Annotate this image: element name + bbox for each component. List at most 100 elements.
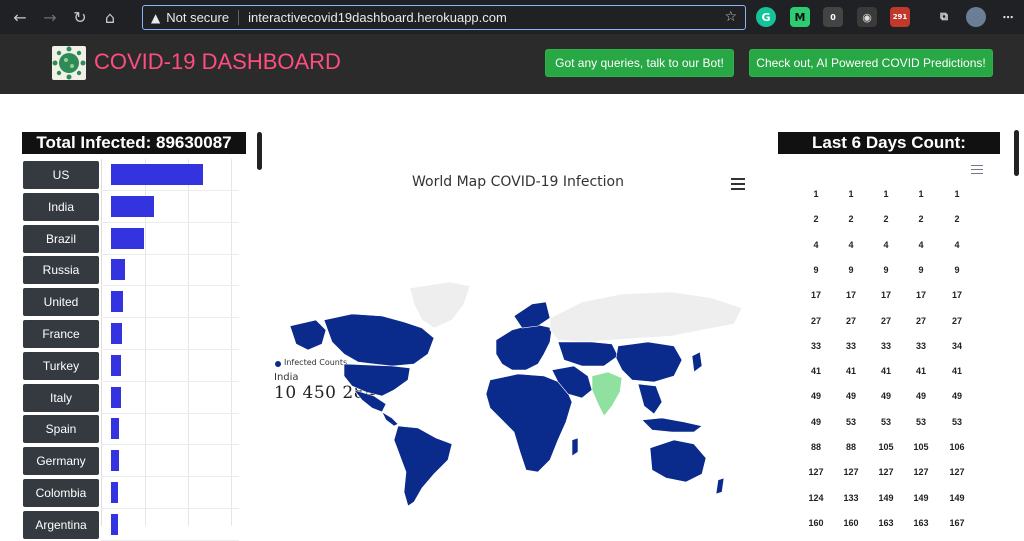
count-cell: 1 (954, 189, 960, 199)
right-scrollbar[interactable] (1014, 130, 1019, 176)
back-arrow-icon[interactable]: ← (5, 2, 35, 32)
count-cell: 53 (951, 416, 962, 427)
map-menu-icon[interactable] (731, 178, 745, 193)
extension-badge-icon[interactable]: 0 (823, 7, 843, 27)
count-cell: 127 (808, 467, 824, 478)
country-button-india[interactable]: India (23, 192, 99, 221)
infection-bar[interactable] (111, 386, 121, 408)
row-divider (101, 349, 239, 350)
count-cell: 163 (878, 517, 894, 528)
map-region-japan[interactable] (691, 351, 703, 373)
count-cell: 4 (918, 239, 924, 250)
count-cell: 27 (880, 315, 891, 326)
count-cell: 4 (954, 239, 960, 250)
m-extension-icon[interactable]: M (790, 7, 810, 27)
count-cell: 49 (951, 391, 962, 402)
country-button-italy[interactable]: Italy (23, 383, 99, 412)
map-region-africa[interactable] (485, 373, 573, 473)
count-cell: 17 (915, 290, 926, 301)
row-divider (101, 190, 239, 191)
infection-bar[interactable] (111, 323, 122, 344)
map-region-south-america[interactable] (393, 425, 453, 507)
world-map[interactable] (282, 280, 752, 510)
map-region-canada[interactable] (323, 313, 435, 367)
infection-bar[interactable] (111, 164, 203, 185)
map-region-southeast-asia[interactable] (637, 383, 663, 415)
infection-bar[interactable] (111, 482, 118, 503)
map-region-usa[interactable] (343, 363, 411, 397)
mail-extension-icon[interactable]: 291 (890, 7, 910, 27)
count-cell: 27 (810, 315, 821, 326)
country-button-turkey[interactable]: Turkey (23, 351, 99, 380)
map-region-madagascar[interactable] (571, 437, 579, 457)
browser-menu-icon[interactable]: ⋯ (998, 7, 1018, 27)
map-region-central-asia[interactable] (557, 341, 619, 367)
row-divider (101, 444, 239, 446)
url-text[interactable]: interactivecovid19dashboard.herokuapp.co… (248, 10, 507, 25)
map-region-greenland[interactable] (409, 281, 471, 329)
infection-bar[interactable] (111, 354, 121, 376)
ai-predictions-button[interactable]: Check out, AI Powered COVID Predictions! (749, 49, 993, 77)
count-cell: 17 (810, 290, 821, 301)
map-region-alaska[interactable] (289, 319, 327, 351)
infection-bar[interactable] (111, 227, 144, 249)
extensions-icon[interactable]: ⧉ (934, 7, 954, 27)
row-divider (101, 508, 239, 509)
country-button-united[interactable]: United (23, 288, 99, 317)
country-button-russia[interactable]: Russia (23, 256, 99, 285)
grammarly-extension-icon[interactable]: G (756, 7, 776, 27)
bookmark-star-icon[interactable]: ☆ (724, 9, 737, 25)
count-cell: 49 (915, 391, 926, 402)
bot-query-button[interactable]: Got any queries, talk to our Bot! (545, 49, 734, 77)
home-icon[interactable]: ⌂ (95, 2, 125, 32)
count-cell: 34 (951, 340, 962, 351)
left-scrollbar[interactable] (257, 132, 262, 170)
country-button-brazil[interactable]: Brazil (23, 224, 99, 253)
infection-bar[interactable] (111, 418, 119, 440)
count-cell: 163 (913, 517, 929, 528)
app-title: COVID-19 DASHBOARD (94, 49, 341, 74)
country-button-france[interactable]: France (23, 320, 99, 348)
browser-toolbar: ← → ↻ ⌂ ▲ Not secure interactivecovid19d… (0, 0, 1024, 34)
country-button-germany[interactable]: Germany (23, 447, 99, 476)
map-region-india[interactable] (591, 371, 623, 417)
infection-bar[interactable] (111, 513, 118, 535)
count-cell: 53 (915, 416, 926, 427)
map-region-indonesia[interactable] (641, 417, 703, 433)
infection-bar[interactable] (111, 450, 119, 472)
count-cell: 41 (810, 366, 821, 377)
infection-bar[interactable] (111, 291, 123, 313)
count-cell: 2 (954, 214, 960, 225)
count-cell: 53 (880, 416, 891, 427)
shield-extension-icon[interactable]: ◉ (857, 7, 877, 27)
map-region-new-zealand[interactable] (715, 477, 725, 495)
virus-logo-icon (52, 46, 86, 80)
count-cell: 133 (843, 492, 859, 503)
row-divider (101, 317, 239, 319)
map-region-central-america[interactable] (381, 411, 399, 427)
map-region-scandinavia[interactable] (513, 301, 551, 329)
count-cell: 2 (813, 214, 819, 225)
count-cell: 127 (949, 467, 965, 478)
last-6-days-heading: Last 6 Days Count: (778, 132, 1000, 154)
country-button-us[interactable]: US (23, 161, 99, 189)
forward-arrow-icon[interactable]: → (35, 2, 65, 32)
infection-bar[interactable] (111, 195, 154, 217)
count-cell: 53 (845, 416, 856, 427)
count-cell: 105 (913, 442, 929, 452)
reload-icon[interactable]: ↻ (65, 2, 95, 32)
infection-bar[interactable] (111, 259, 125, 281)
country-button-argentina[interactable]: Argentina (23, 510, 99, 539)
not-secure-label: Not secure (166, 10, 240, 25)
count-cell: 2 (848, 214, 854, 225)
country-button-spain[interactable]: Spain (23, 415, 99, 444)
address-bar[interactable]: ▲ Not secure interactivecovid19dashboard… (142, 5, 746, 30)
country-button-colombia[interactable]: Colombia (23, 479, 99, 507)
map-region-australia[interactable] (649, 439, 707, 483)
map-region-europe[interactable] (495, 323, 553, 371)
count-cell: 4 (883, 239, 889, 250)
table-menu-icon[interactable] (971, 165, 983, 177)
map-region-china[interactable] (615, 341, 683, 383)
map-region-russia[interactable] (549, 291, 743, 343)
profile-avatar[interactable] (966, 7, 986, 27)
